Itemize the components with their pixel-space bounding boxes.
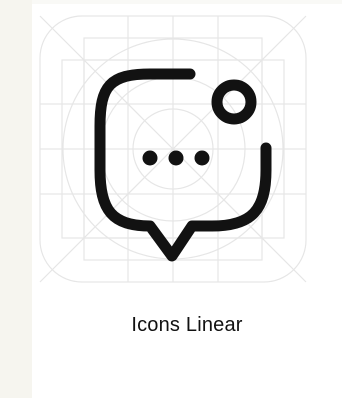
page: { "caption": "Icons Linear", "colors": {… [0, 0, 342, 398]
chat-bubble-notification-icon [94, 68, 272, 262]
left-margin-strip [0, 0, 32, 398]
bubble-outline [94, 68, 272, 262]
typing-dot-2 [168, 150, 184, 166]
icon-preview-card: Icons Linear [32, 0, 342, 398]
notification-circle [211, 79, 257, 125]
icon-style-caption: Icons Linear [131, 314, 243, 336]
typing-dot-1 [142, 150, 158, 166]
typing-dot-3 [194, 150, 210, 166]
